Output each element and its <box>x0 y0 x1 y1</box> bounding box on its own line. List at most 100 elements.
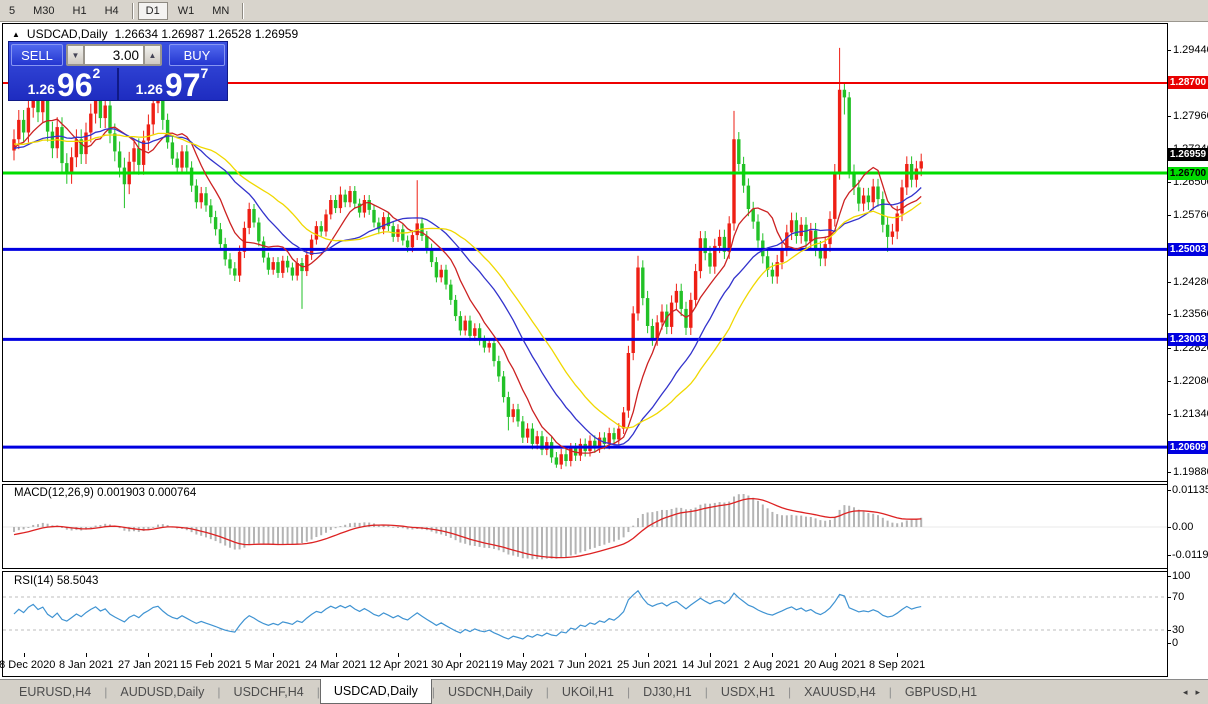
date-label[interactable]: 12 Apr 2021 <box>369 659 428 671</box>
chart-tab-audusd[interactable]: AUDUSD,Daily <box>107 680 217 704</box>
date-label[interactable]: 2 Aug 2021 <box>744 659 800 671</box>
sell-button[interactable]: SELL <box>11 44 63 66</box>
date-label[interactable]: 8 Sep 2021 <box>869 659 925 671</box>
date-tick <box>897 653 898 657</box>
sell-price-pips: 96 <box>56 66 93 103</box>
buy-price-point: 7 <box>200 65 209 81</box>
chart-tab-eurusd[interactable]: EURUSD,H4 <box>6 680 104 704</box>
price-tick-label[interactable]: 1.22080 <box>1173 375 1208 387</box>
macd-panel-divider[interactable] <box>2 481 1167 485</box>
price-level-flag: 1.28700 <box>1168 76 1208 89</box>
rsi-tick-label: 100 <box>1172 570 1191 582</box>
date-tick <box>398 653 399 657</box>
chart-title: ▲ USDCAD,Daily 1.26634 1.26987 1.26528 1… <box>12 27 298 41</box>
date-tick <box>648 653 649 657</box>
date-tick <box>460 653 461 657</box>
tab-scroll-right-icon[interactable]: ▸ <box>1195 687 1200 698</box>
trading-platform-window: 5 M30 H1 H4 D1 W1 MN ▲ USDCAD,Daily 1.26634 1.… <box>0 0 1208 704</box>
chart-border-bottom <box>2 676 1167 677</box>
price-tick <box>1167 182 1171 183</box>
date-label[interactable]: 14 Jul 2021 <box>682 659 739 671</box>
symbol-tabbar: EURUSD,H4 | AUDUSD,Daily | USDCHF,H4 | USDCAD,… <box>0 679 1208 704</box>
date-label[interactable]: 30 Apr 2021 <box>431 659 490 671</box>
volume-decrease-button[interactable]: ▼ <box>67 45 84 65</box>
arrow-up-icon: ▲ <box>148 50 157 60</box>
chart-border-left <box>2 23 3 677</box>
rsi-panel-divider[interactable] <box>2 568 1167 572</box>
date-label[interactable]: 19 May 2021 <box>491 659 555 671</box>
price-level-flag: 1.20609 <box>1168 441 1208 454</box>
date-tick <box>336 653 337 657</box>
buy-price-quote[interactable]: 1.26 97 7 <box>119 65 225 103</box>
date-tick <box>24 653 25 657</box>
chart-tab-usdcnh[interactable]: USDCNH,Daily <box>435 680 546 704</box>
volume-input[interactable]: 3.00 <box>84 45 144 65</box>
price-tick <box>1167 215 1171 216</box>
macd-tick <box>1167 490 1171 491</box>
date-label[interactable]: 7 Jun 2021 <box>558 659 612 671</box>
chart-ohlc-values: 1.26634 1.26987 1.26528 1.26959 <box>114 27 299 41</box>
macd-tick-label: -0.01190 <box>1172 549 1208 561</box>
buy-price-pips: 97 <box>164 66 201 103</box>
date-label[interactable]: 8 Jan 2021 <box>59 659 113 671</box>
price-tick-label[interactable]: 1.25760 <box>1173 209 1208 221</box>
price-tick-label[interactable]: 1.27960 <box>1173 110 1208 122</box>
price-tick <box>1167 348 1171 349</box>
rsi-label: RSI(14) 58.5043 <box>14 575 99 587</box>
chart-canvas[interactable] <box>0 0 1208 704</box>
chart-tab-gbpusd[interactable]: GBPUSD,H1 <box>892 680 990 704</box>
chart-tab-dj30[interactable]: DJ30,H1 <box>630 680 705 704</box>
date-label[interactable]: 25 Jun 2021 <box>617 659 678 671</box>
date-tick <box>585 653 586 657</box>
buy-button[interactable]: BUY <box>169 44 225 66</box>
price-tick-label[interactable]: 1.19880 <box>1173 466 1208 478</box>
tab-scroll-left-icon[interactable]: ◂ <box>1183 687 1188 698</box>
current-price-flag: 1.26959 <box>1168 148 1208 161</box>
price-level-flag: 1.26700 <box>1168 167 1208 180</box>
date-tick <box>86 653 87 657</box>
date-label[interactable]: 24 Mar 2021 <box>305 659 367 671</box>
price-tick-label[interactable]: 1.29440 <box>1173 44 1208 56</box>
chart-border-top <box>2 23 1167 24</box>
date-label[interactable]: 15 Feb 2021 <box>180 659 242 671</box>
chart-tab-usdchf[interactable]: USDCHF,H4 <box>221 680 317 704</box>
collapse-triangle-icon[interactable]: ▲ <box>12 30 20 39</box>
date-label[interactable]: 18 Dec 2020 <box>0 659 55 671</box>
date-tick <box>710 653 711 657</box>
sell-price-quote[interactable]: 1.26 96 2 <box>11 65 119 103</box>
date-label[interactable]: 27 Jan 2021 <box>118 659 179 671</box>
date-tick <box>211 653 212 657</box>
date-tick <box>523 653 524 657</box>
rsi-tick <box>1167 576 1171 577</box>
date-tick <box>148 653 149 657</box>
date-label[interactable]: 20 Aug 2021 <box>804 659 866 671</box>
buy-price-base: 1.26 <box>135 81 163 97</box>
volume-increase-button[interactable]: ▲ <box>144 45 161 65</box>
price-tick <box>1167 314 1171 315</box>
price-tick <box>1167 472 1171 473</box>
price-tick-label[interactable]: 1.21340 <box>1173 408 1208 420</box>
price-tick-label[interactable]: 1.24280 <box>1173 276 1208 288</box>
price-tick <box>1167 50 1171 51</box>
sell-price-base: 1.26 <box>27 81 55 97</box>
date-tick <box>835 653 836 657</box>
rsi-tick <box>1167 597 1171 598</box>
chart-symbol: USDCAD,Daily <box>26 27 108 41</box>
macd-tick <box>1167 527 1171 528</box>
chart-tab-ukoil[interactable]: UKOil,H1 <box>549 680 627 704</box>
price-tick <box>1167 414 1171 415</box>
price-axis-line[interactable] <box>1167 23 1168 677</box>
chart-tab-usdcad[interactable]: USDCAD,Daily <box>319 679 432 704</box>
rsi-tick <box>1167 643 1171 644</box>
macd-tick <box>1167 555 1171 556</box>
price-tick <box>1167 116 1171 117</box>
price-level-flag: 1.23003 <box>1168 333 1208 346</box>
rsi-tick-label: 70 <box>1172 591 1185 603</box>
chart-tab-usdx[interactable]: USDX,H1 <box>708 680 788 704</box>
date-label[interactable]: 5 Mar 2021 <box>245 659 301 671</box>
sell-price-point: 2 <box>92 65 101 81</box>
price-tick <box>1167 282 1171 283</box>
price-tick-label[interactable]: 1.23560 <box>1173 308 1208 320</box>
rsi-tick-label: 0 <box>1172 637 1179 649</box>
chart-tab-xauusd[interactable]: XAUUSD,H4 <box>791 680 889 704</box>
